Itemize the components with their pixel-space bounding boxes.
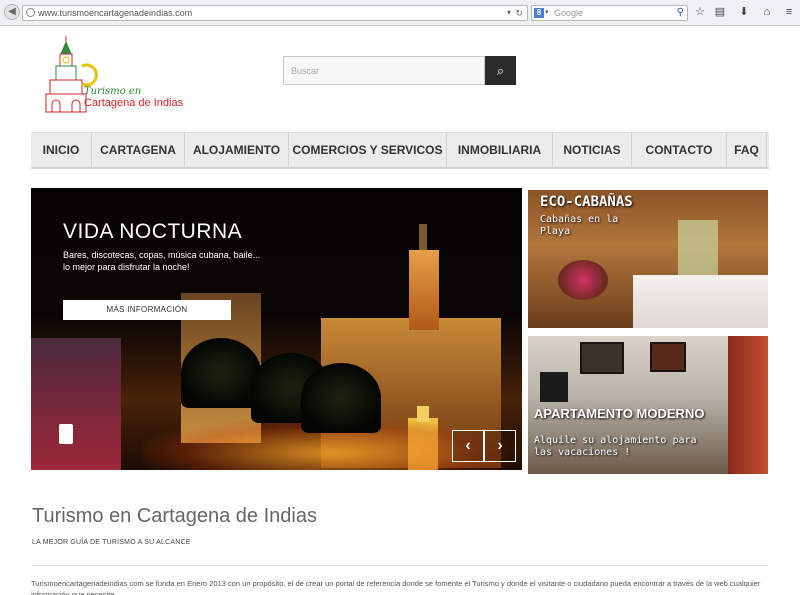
card-subtitle: Alquile su alojamiento para las vacacion… — [534, 435, 697, 458]
nav-item-noticias[interactable]: NOTICIAS — [553, 133, 632, 168]
nav-item-faq[interactable]: FAQ — [727, 133, 767, 168]
nav-item-inicio[interactable]: INICIO — [31, 133, 92, 168]
search-icon: ⌕ — [496, 63, 505, 78]
page-tagline: LA MEJOR GUÍA DE TURISMO A SU ALCANCE — [32, 539, 191, 546]
nav-item-cartagena[interactable]: CARTAGENA — [92, 133, 185, 168]
address-bar[interactable]: www.turismoencartagenadeindias.com ▾ ↻ — [22, 5, 528, 21]
reload-icon[interactable]: ↻ — [515, 6, 523, 20]
promo-card-apartamento[interactable]: APARTAMENTO MODERNO Alquile su alojamien… — [528, 336, 768, 474]
bookmark-star-icon[interactable]: ☆ — [693, 5, 707, 19]
page-title: Turismo en Cartagena de Indias — [32, 505, 317, 527]
divider — [32, 565, 768, 566]
back-button[interactable]: ◀ — [4, 4, 20, 20]
promo-card-eco-cabanas[interactable]: ECO-CABAÑAS Cabañas en la Playa — [528, 190, 768, 328]
nav-item-alojamiento[interactable]: ALOJAMIENTO — [185, 133, 289, 168]
browser-toolbar: ◀ www.turismoencartagenadeindias.com ▾ ↻… — [0, 0, 800, 26]
chevron-down-icon[interactable]: ▾ — [545, 6, 549, 20]
address-bar-url: www.turismoencartagenadeindias.com — [38, 8, 193, 18]
card-title: ECO-CABAÑAS — [540, 194, 633, 210]
hero-title: VIDA NOCTURNA — [63, 220, 243, 243]
chevron-down-icon[interactable]: ▾ — [507, 6, 511, 20]
next-slide-button[interactable]: › — [484, 430, 516, 462]
hero-text: Bares, discotecas, copas, música cubana,… — [63, 250, 261, 272]
download-icon[interactable]: ⬇ — [737, 5, 751, 19]
main-nav: INICIO CARTAGENA ALOJAMIENTO COMERCIOS Y… — [31, 132, 769, 169]
browser-search-placeholder: Google — [554, 8, 584, 18]
site-logo[interactable]: Turismo en Cartagena de Indias — [42, 34, 187, 116]
hero-slider[interactable]: VIDA NOCTURNA Bares, discotecas, copas, … — [31, 188, 522, 470]
menu-icon[interactable]: ≡ — [782, 5, 796, 19]
google-icon: 8 — [534, 8, 544, 18]
chevron-right-icon: › — [497, 437, 503, 454]
logo-line1: Turismo en — [84, 86, 142, 97]
logo-line2: Cartagena de Indias — [84, 97, 184, 109]
slider-pager[interactable] — [59, 424, 73, 444]
search-icon[interactable]: ⚲ — [677, 6, 684, 20]
site-search-button[interactable]: ⌕ — [485, 56, 516, 85]
site-search-placeholder: Buscar — [291, 66, 320, 76]
card-title: APARTAMENTO MODERNO — [534, 406, 705, 421]
site-search-input[interactable]: Buscar — [283, 56, 485, 85]
globe-icon — [26, 8, 35, 17]
bookmarks-list-icon[interactable]: ▤ — [713, 5, 727, 19]
more-info-button[interactable]: MÁS INFORMACIÓN — [63, 300, 231, 320]
prev-slide-button[interactable]: ‹ — [452, 430, 484, 462]
nav-item-comercios[interactable]: COMERCIOS Y SERVICOS — [289, 133, 447, 168]
browser-search-input[interactable]: 8 ▾ Google ⚲ — [531, 5, 688, 21]
nav-item-inmobiliaria[interactable]: INMOBILIARIA — [447, 133, 553, 168]
nav-item-contacto[interactable]: CONTACTO — [632, 133, 727, 168]
card-subtitle: Cabañas en la Playa — [540, 214, 619, 237]
intro-paragraph: Turismoencartagenadeindias com se funda … — [31, 579, 761, 595]
home-icon[interactable]: ⌂ — [760, 5, 774, 19]
chevron-left-icon: ‹ — [465, 437, 471, 454]
